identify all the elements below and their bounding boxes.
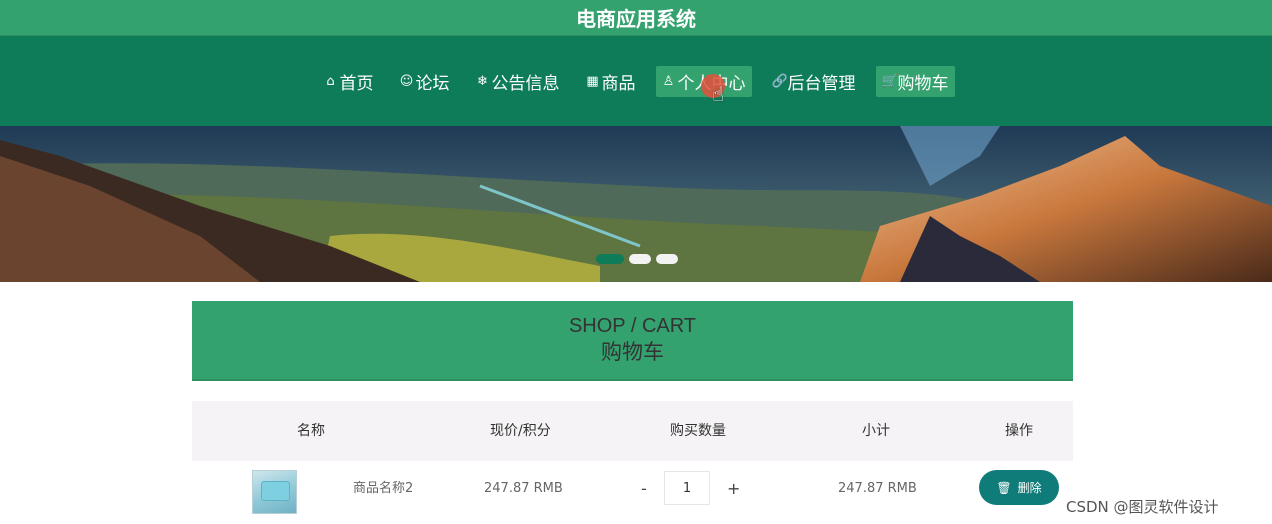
carousel-dot[interactable] [596, 254, 624, 264]
cart-icon: 🛒 [881, 73, 898, 89]
cart-section-header: SHOP / CART 购物车 [192, 301, 1073, 381]
watermark: CSDN @图灵软件设计 [1066, 498, 1219, 516]
product-subtotal: 247.87 RMB [838, 481, 917, 496]
header-price: 现价/积分 [490, 423, 551, 439]
forum-icon: ☺ [399, 73, 414, 89]
nav-item-home[interactable]: ⌂ 首页 [318, 66, 380, 97]
user-icon: ♙ [662, 73, 675, 89]
quantity-increase-button[interactable]: + [727, 461, 740, 516]
nav-item-label: 后台管理 [787, 73, 856, 94]
product-thumbnail[interactable] [252, 470, 297, 514]
carousel-indicators [596, 254, 678, 264]
table-row: 商品名称2 247.87 RMB - + 247.87 RMB 🗑 删除 [192, 461, 1073, 524]
delete-label: 删除 [1017, 481, 1042, 495]
nav-item-cart[interactable]: 🛒 购物车 [875, 65, 955, 97]
nav-item-label: 商品 [601, 73, 636, 94]
nav-item-forum[interactable]: ☺ 论坛 [394, 66, 456, 97]
product-price: 247.87 RMB [484, 481, 563, 496]
section-title-cn: 购物车 [601, 340, 664, 365]
section-title-en: SHOP / CART [568, 315, 697, 338]
nav-item-label: 公告信息 [491, 73, 560, 94]
header-subtotal: 小计 [862, 423, 890, 439]
cart-table-header: 名称 现价/积分 购买数量 小计 操作 [192, 401, 1073, 461]
home-icon: ⌂ [326, 73, 335, 89]
nav-item-label: 首页 [339, 73, 374, 94]
nav-item-label: 购物车 [897, 73, 949, 94]
trash-icon: 🗑 [996, 480, 1012, 495]
goods-icon: ▦ [586, 73, 599, 89]
app-title: 电商应用系统 [0, 0, 1272, 36]
nav-item-admin[interactable]: 🔗 后台管理 [766, 66, 862, 97]
quantity-input[interactable] [664, 471, 710, 505]
nav-item-notice[interactable]: ❄ 公告信息 [470, 66, 566, 97]
header-quantity: 购买数量 [670, 423, 726, 439]
nav-item-goods[interactable]: ▦ 商品 [580, 66, 642, 97]
main-nav: ⌂ 首页 ☺ 论坛 ❄ 公告信息 ▦ 商品 ♙ 个人中心 🔗 后台管理 🛒 购物… [0, 36, 1272, 126]
nav-item-label: 论坛 [415, 73, 450, 94]
pointer-hand-icon: ☝ [712, 82, 725, 106]
header-name: 名称 [297, 423, 325, 439]
carousel-dot[interactable] [629, 254, 651, 264]
carousel-dot[interactable] [656, 254, 678, 264]
header-action: 操作 [1005, 423, 1033, 439]
notice-icon: ❄ [477, 73, 488, 89]
quantity-decrease-button[interactable]: - [641, 461, 647, 516]
delete-button[interactable]: 🗑 删除 [979, 470, 1059, 505]
link-icon: 🔗 [771, 73, 788, 89]
product-name[interactable]: 商品名称2 [353, 461, 413, 516]
